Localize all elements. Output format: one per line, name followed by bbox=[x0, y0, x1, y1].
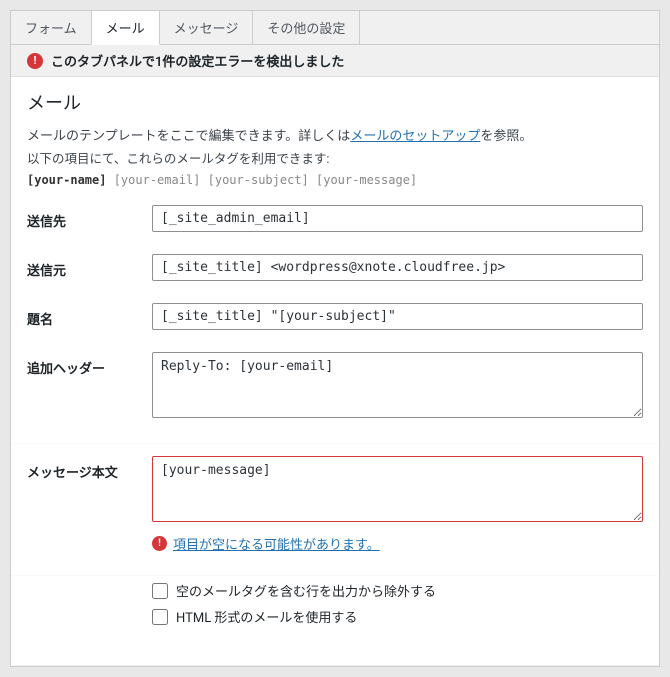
label-body: メッセージ本文 bbox=[27, 456, 152, 481]
textarea-headers[interactable]: Reply-To: [your-email] bbox=[152, 352, 643, 418]
label-to: 送信先 bbox=[27, 205, 152, 230]
error-link[interactable]: 項目が空になる可能性があります。 bbox=[173, 534, 380, 553]
label-from: 送信元 bbox=[27, 254, 152, 279]
setup-link[interactable]: メールのセットアップ bbox=[350, 129, 480, 144]
subintro-text: 以下の項目にて、これらのメールタグを利用できます: bbox=[27, 148, 643, 167]
error-message: ! 項目が空になる可能性があります。 bbox=[152, 534, 643, 553]
row-to: 送信先 bbox=[27, 205, 643, 232]
alert-icon: ! bbox=[27, 53, 43, 69]
intro-suffix: を参照。 bbox=[480, 129, 532, 144]
alert-icon: ! bbox=[152, 536, 167, 551]
row-body: メッセージ本文 [your-message] ! 項目が空になる可能性があります… bbox=[27, 456, 643, 553]
intro-text: メールのテンプレートをここで編集できます。詳しくはメールのセットアップを参照。 bbox=[27, 125, 643, 144]
checkbox-exclude[interactable] bbox=[152, 583, 168, 599]
mail-tags: [your-name] [your-email] [your-subject] … bbox=[27, 173, 643, 187]
input-from[interactable] bbox=[152, 254, 643, 281]
panel-content: ! このタブパネルで1件の設定エラーを検出しました メール メールのテンプレート… bbox=[11, 44, 659, 665]
tab-other[interactable]: その他の設定 bbox=[252, 10, 360, 45]
textarea-body[interactable]: [your-message] bbox=[152, 456, 643, 522]
check-exclude-row: 空のメールタグを含む行を出力から除外する bbox=[152, 581, 643, 600]
intro-prefix: メールのテンプレートをここで編集できます。詳しくは bbox=[27, 129, 350, 144]
tab-bar: フォーム メール メッセージ その他の設定 bbox=[10, 10, 659, 45]
label-headers: 追加ヘッダー bbox=[27, 352, 152, 377]
tag-your-name[interactable]: [your-name] bbox=[27, 173, 106, 187]
tab-messages[interactable]: メッセージ bbox=[159, 10, 254, 45]
row-from: 送信元 bbox=[27, 254, 643, 281]
row-subject: 題名 bbox=[27, 303, 643, 330]
checkbox-group: 空のメールタグを含む行を出力から除外する HTML 形式のメールを使用する bbox=[27, 581, 643, 626]
label-exclude: 空のメールタグを含む行を出力から除外する bbox=[176, 581, 436, 600]
error-alert: ! このタブパネルで1件の設定エラーを検出しました bbox=[11, 45, 659, 77]
input-to[interactable] bbox=[152, 205, 643, 232]
mail-panel-container: フォーム メール メッセージ その他の設定 ! このタブパネルで1件の設定エラー… bbox=[10, 10, 660, 667]
alert-text: このタブパネルで1件の設定エラーを検出しました bbox=[51, 51, 344, 70]
label-subject: 題名 bbox=[27, 303, 152, 328]
tag-rest[interactable]: [your-email] [your-subject] [your-messag… bbox=[106, 173, 417, 187]
checkbox-html[interactable] bbox=[152, 609, 168, 625]
row-body-error: メッセージ本文 [your-message] ! 項目が空になる可能性があります… bbox=[11, 444, 659, 575]
label-html: HTML 形式のメールを使用する bbox=[176, 607, 357, 626]
section-title: メール bbox=[27, 89, 643, 115]
input-subject[interactable] bbox=[152, 303, 643, 330]
check-html-row: HTML 形式のメールを使用する bbox=[152, 607, 643, 626]
tab-mail[interactable]: メール bbox=[91, 10, 160, 45]
tab-form[interactable]: フォーム bbox=[10, 10, 92, 45]
row-headers: 追加ヘッダー Reply-To: [your-email] bbox=[27, 352, 643, 422]
